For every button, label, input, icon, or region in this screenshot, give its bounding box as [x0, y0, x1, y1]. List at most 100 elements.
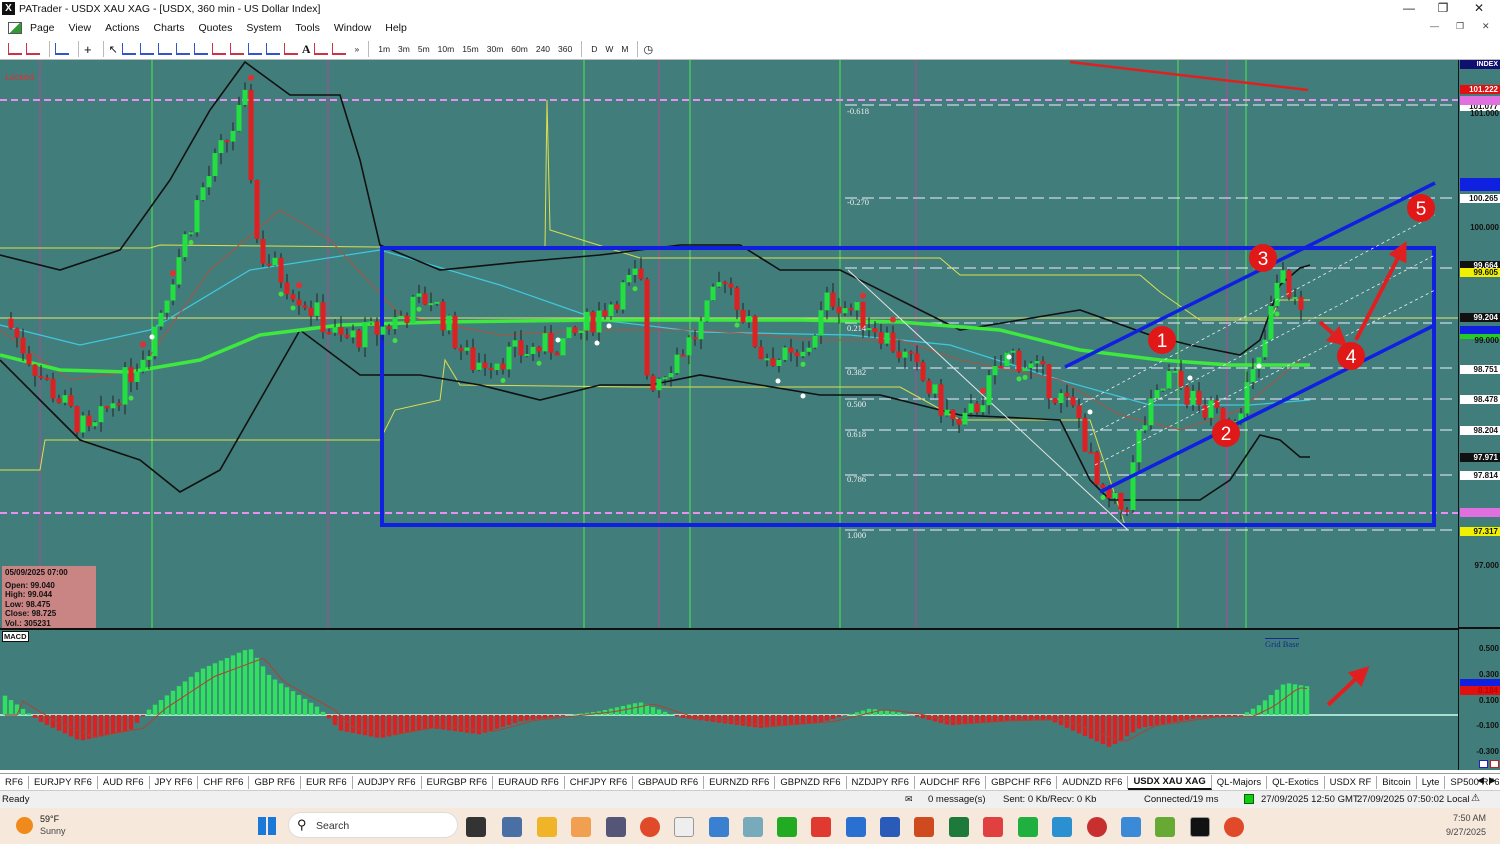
fib-fan-icon[interactable]	[193, 43, 208, 55]
taskbar-app-icon[interactable]	[537, 817, 557, 837]
toolbar-more-button[interactable]: »	[354, 44, 359, 54]
symbol-tab[interactable]: RF6	[0, 775, 29, 789]
taskbar-app-icon[interactable]	[1155, 817, 1175, 837]
symbol-tab[interactable]: AUDNZD RF6	[1057, 775, 1129, 789]
mdi-minimize-button[interactable]: —	[1430, 21, 1439, 31]
taskbar-app-icon[interactable]	[709, 817, 729, 837]
symbol-tab[interactable]: AUDJPY RF6	[353, 775, 422, 789]
zoom-out-icon[interactable]	[26, 43, 40, 55]
timeframe-30m[interactable]: 30m	[487, 44, 504, 54]
clock-date[interactable]: 9/27/2025	[1430, 827, 1486, 837]
taskbar-app-icon[interactable]	[880, 817, 900, 837]
taskbar-app-icon[interactable]	[1190, 817, 1210, 837]
taskbar-app-icon[interactable]	[674, 817, 694, 837]
symbol-tab[interactable]: EURAUD RF6	[493, 775, 565, 789]
taskbar-app-icon[interactable]	[1018, 817, 1038, 837]
price-chart[interactable]: 1 2 3 4 5 Locked -0.618 -0.270 0.214 0.382 0…	[0, 60, 1458, 628]
symbol-tab[interactable]: EURJPY RF6	[29, 775, 98, 789]
symbol-tab[interactable]: GBPCHF RF6	[986, 775, 1058, 789]
taskbar-app-icon[interactable]	[1121, 817, 1141, 837]
text-tool-icon[interactable]: A	[302, 42, 311, 57]
taskbar-app-icon[interactable]	[502, 817, 522, 837]
timeframe-360[interactable]: 360	[558, 44, 572, 54]
start-windows-icon[interactable]	[258, 817, 276, 835]
status-messages[interactable]: 0 message(s)	[928, 794, 986, 805]
menu-view[interactable]: View	[69, 22, 92, 34]
fib-retracement-icon[interactable]	[211, 43, 226, 55]
symbol-tab[interactable]: GBPAUD RF6	[633, 775, 705, 789]
symbol-tab[interactable]: QL-Majors	[1212, 775, 1268, 789]
channel-icon[interactable]	[247, 43, 262, 55]
pane-add-icon[interactable]	[1479, 760, 1488, 768]
levels-icon[interactable]	[314, 43, 329, 55]
minimize-button[interactable]: —	[1392, 0, 1426, 17]
taskbar-app-icon[interactable]	[811, 817, 831, 837]
symbol-tab[interactable]: Lyte	[1417, 775, 1446, 789]
price-chart-canvas[interactable]: 1 2 3 4 5	[0, 60, 1458, 628]
macd-panel[interactable]: MACD Grid Base	[0, 628, 1458, 770]
fib-extension-icon[interactable]	[229, 43, 244, 55]
time-zones-icon[interactable]	[265, 43, 280, 55]
menu-tools[interactable]: Tools	[295, 22, 320, 34]
timeframe-5m[interactable]: 5m	[418, 44, 430, 54]
mdi-restore-button[interactable]: ❐	[1456, 21, 1464, 32]
pane-remove-icon[interactable]	[1490, 760, 1499, 768]
horizontal-line-icon[interactable]	[121, 43, 136, 55]
taskbar-app-icon[interactable]	[606, 817, 626, 837]
menu-system[interactable]: System	[246, 22, 281, 34]
chart-type-icon[interactable]	[55, 43, 69, 55]
taskbar-app-icon[interactable]	[983, 817, 1003, 837]
trend-line-icon[interactable]	[157, 43, 172, 55]
weather-condition[interactable]: Sunny	[40, 826, 66, 836]
taskbar-app-icon[interactable]	[777, 817, 797, 837]
maximize-button[interactable]: ❐	[1426, 0, 1460, 17]
symbol-tab[interactable]: USDX RF	[1325, 775, 1378, 789]
crosshair-icon[interactable]: +	[84, 42, 92, 57]
taskbar-app-icon[interactable]	[949, 817, 969, 837]
taskbar-app-icon[interactable]	[571, 817, 591, 837]
menu-help[interactable]: Help	[385, 22, 407, 34]
fan-icon[interactable]	[175, 43, 190, 55]
menu-charts[interactable]: Charts	[154, 22, 185, 34]
taskbar-app-icon[interactable]	[1052, 817, 1072, 837]
mdi-close-button[interactable]: ✕	[1482, 21, 1490, 32]
period-daily[interactable]: D	[591, 44, 597, 54]
taskbar-app-icon[interactable]	[914, 817, 934, 837]
levels-alt-icon[interactable]	[332, 43, 347, 55]
clock-time[interactable]: 7:50 AM	[1450, 813, 1486, 823]
timeframe-240[interactable]: 240	[536, 44, 550, 54]
symbol-tab[interactable]: NZDJPY RF6	[847, 775, 915, 789]
timeframe-15m[interactable]: 15m	[462, 44, 479, 54]
menu-window[interactable]: Window	[334, 22, 371, 34]
menu-actions[interactable]: Actions	[105, 22, 139, 34]
taskbar-app-icon[interactable]	[466, 817, 486, 837]
timeframe-3m[interactable]: 3m	[398, 44, 410, 54]
vertical-line-icon[interactable]	[139, 43, 154, 55]
symbol-tab[interactable]: QL-Exotics	[1267, 775, 1325, 789]
mail-icon[interactable]: ✉	[905, 794, 913, 805]
tab-scroll-left-icon[interactable]: ◀	[1477, 775, 1484, 786]
tab-scroll-right-icon[interactable]: ▶	[1489, 775, 1496, 786]
zoom-in-icon[interactable]	[8, 43, 22, 55]
cursor-icon[interactable]: ↖	[109, 43, 118, 56]
timeframe-1m[interactable]: 1m	[378, 44, 390, 54]
menu-quotes[interactable]: Quotes	[198, 22, 232, 34]
symbol-tab[interactable]: CHFJPY RF6	[565, 775, 634, 789]
symbol-tab[interactable]: AUD RF6	[98, 775, 150, 789]
taskbar-app-icon[interactable]	[1087, 817, 1107, 837]
rectangle-icon[interactable]	[283, 43, 298, 55]
taskbar-app-icon[interactable]	[640, 817, 660, 837]
pane-divider[interactable]	[1459, 627, 1500, 629]
symbol-tab[interactable]: EURGBP RF6	[422, 775, 494, 789]
period-monthly[interactable]: M	[621, 44, 628, 54]
close-button[interactable]: ✕	[1462, 0, 1496, 17]
period-weekly[interactable]: W	[605, 44, 613, 54]
symbol-tab[interactable]: GBPNZD RF6	[775, 775, 847, 789]
macd-canvas[interactable]	[0, 630, 1458, 770]
symbol-tab[interactable]: EUR RF6	[301, 775, 353, 789]
price-axis[interactable]: INDEX 101.222 101.077 100.265 99.664 99.605 9…	[1458, 60, 1500, 770]
weather-sun-icon[interactable]	[16, 817, 33, 834]
taskbar-app-icon[interactable]	[743, 817, 763, 837]
symbol-tab[interactable]: JPY RF6	[150, 775, 199, 789]
symbol-tab[interactable]: EURNZD RF6	[704, 775, 776, 789]
